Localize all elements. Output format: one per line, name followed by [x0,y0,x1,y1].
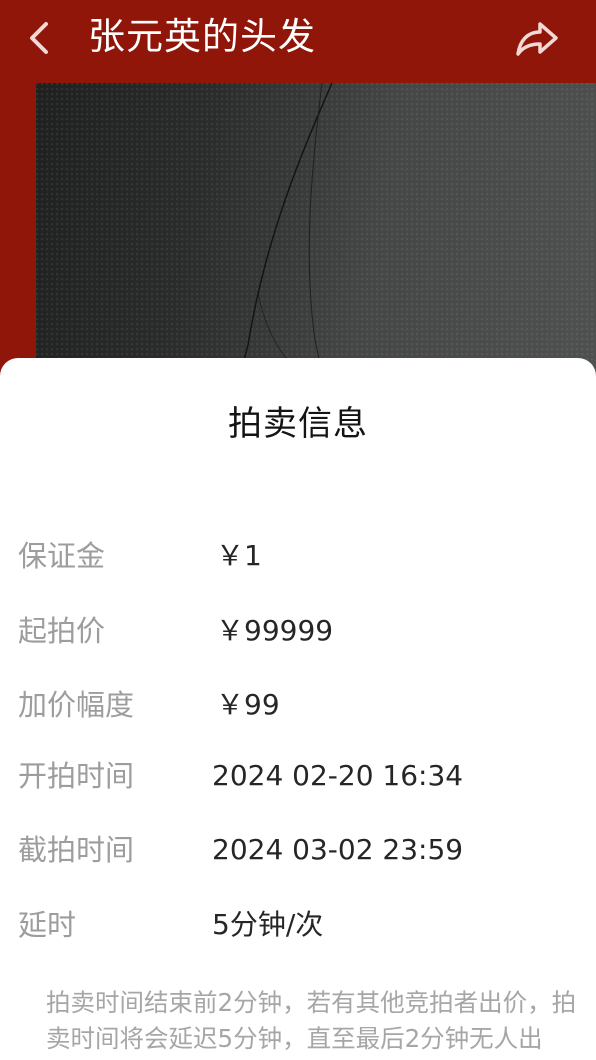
page-title: 张元英的头发 [88,15,316,58]
product-photo [36,83,596,373]
deposit-label: 保证金 [18,539,106,573]
bid-increment-value: ￥99 [216,688,280,721]
bid-increment-row: 加价幅度 ￥99 [0,683,596,727]
hair-strand-image [239,83,333,373]
starting-price-row: 起拍价 ￥99999 [0,609,596,653]
note-line: 拍卖时间结束前2分钟，若有其他竞拍者出价，拍 [46,988,577,1017]
end-time-label: 截拍时间 [18,833,135,867]
delay-value: 5分钟/次 [212,908,324,941]
delay-row: 延时 5分钟/次 [0,903,596,947]
start-time-label: 开拍时间 [18,759,135,793]
bid-increment-label: 加价幅度 [18,688,135,722]
share-icon[interactable] [512,14,562,64]
delay-label: 延时 [18,908,77,942]
auction-info-sheet: 拍卖信息 保证金 ￥1 起拍价 ￥99999 加价幅度 ￥99 开拍时间 202… [0,358,596,1060]
delay-rule-note: 拍卖时间结束前2分钟，若有其他竞拍者出价，拍 卖时间将会延迟5分钟，直至最后2分… [46,985,596,1057]
end-time-value: 2024 03-02 23:59 [212,833,464,866]
deposit-value: ￥1 [216,539,262,572]
top-bar: 张元英的头发 [0,0,596,80]
starting-price-value: ￥99999 [216,614,334,647]
end-time-row: 截拍时间 2024 03-02 23:59 [0,828,596,872]
back-icon[interactable] [20,18,60,58]
note-line: 卖时间将会延迟5分钟，直至最后2分钟无人出 [46,1024,543,1053]
start-time-row: 开拍时间 2024 02-20 16:34 [0,754,596,798]
start-time-value: 2024 02-20 16:34 [212,759,464,792]
starting-price-label: 起拍价 [18,614,106,648]
sheet-title: 拍卖信息 [228,404,368,444]
deposit-row: 保证金 ￥1 [0,534,596,578]
